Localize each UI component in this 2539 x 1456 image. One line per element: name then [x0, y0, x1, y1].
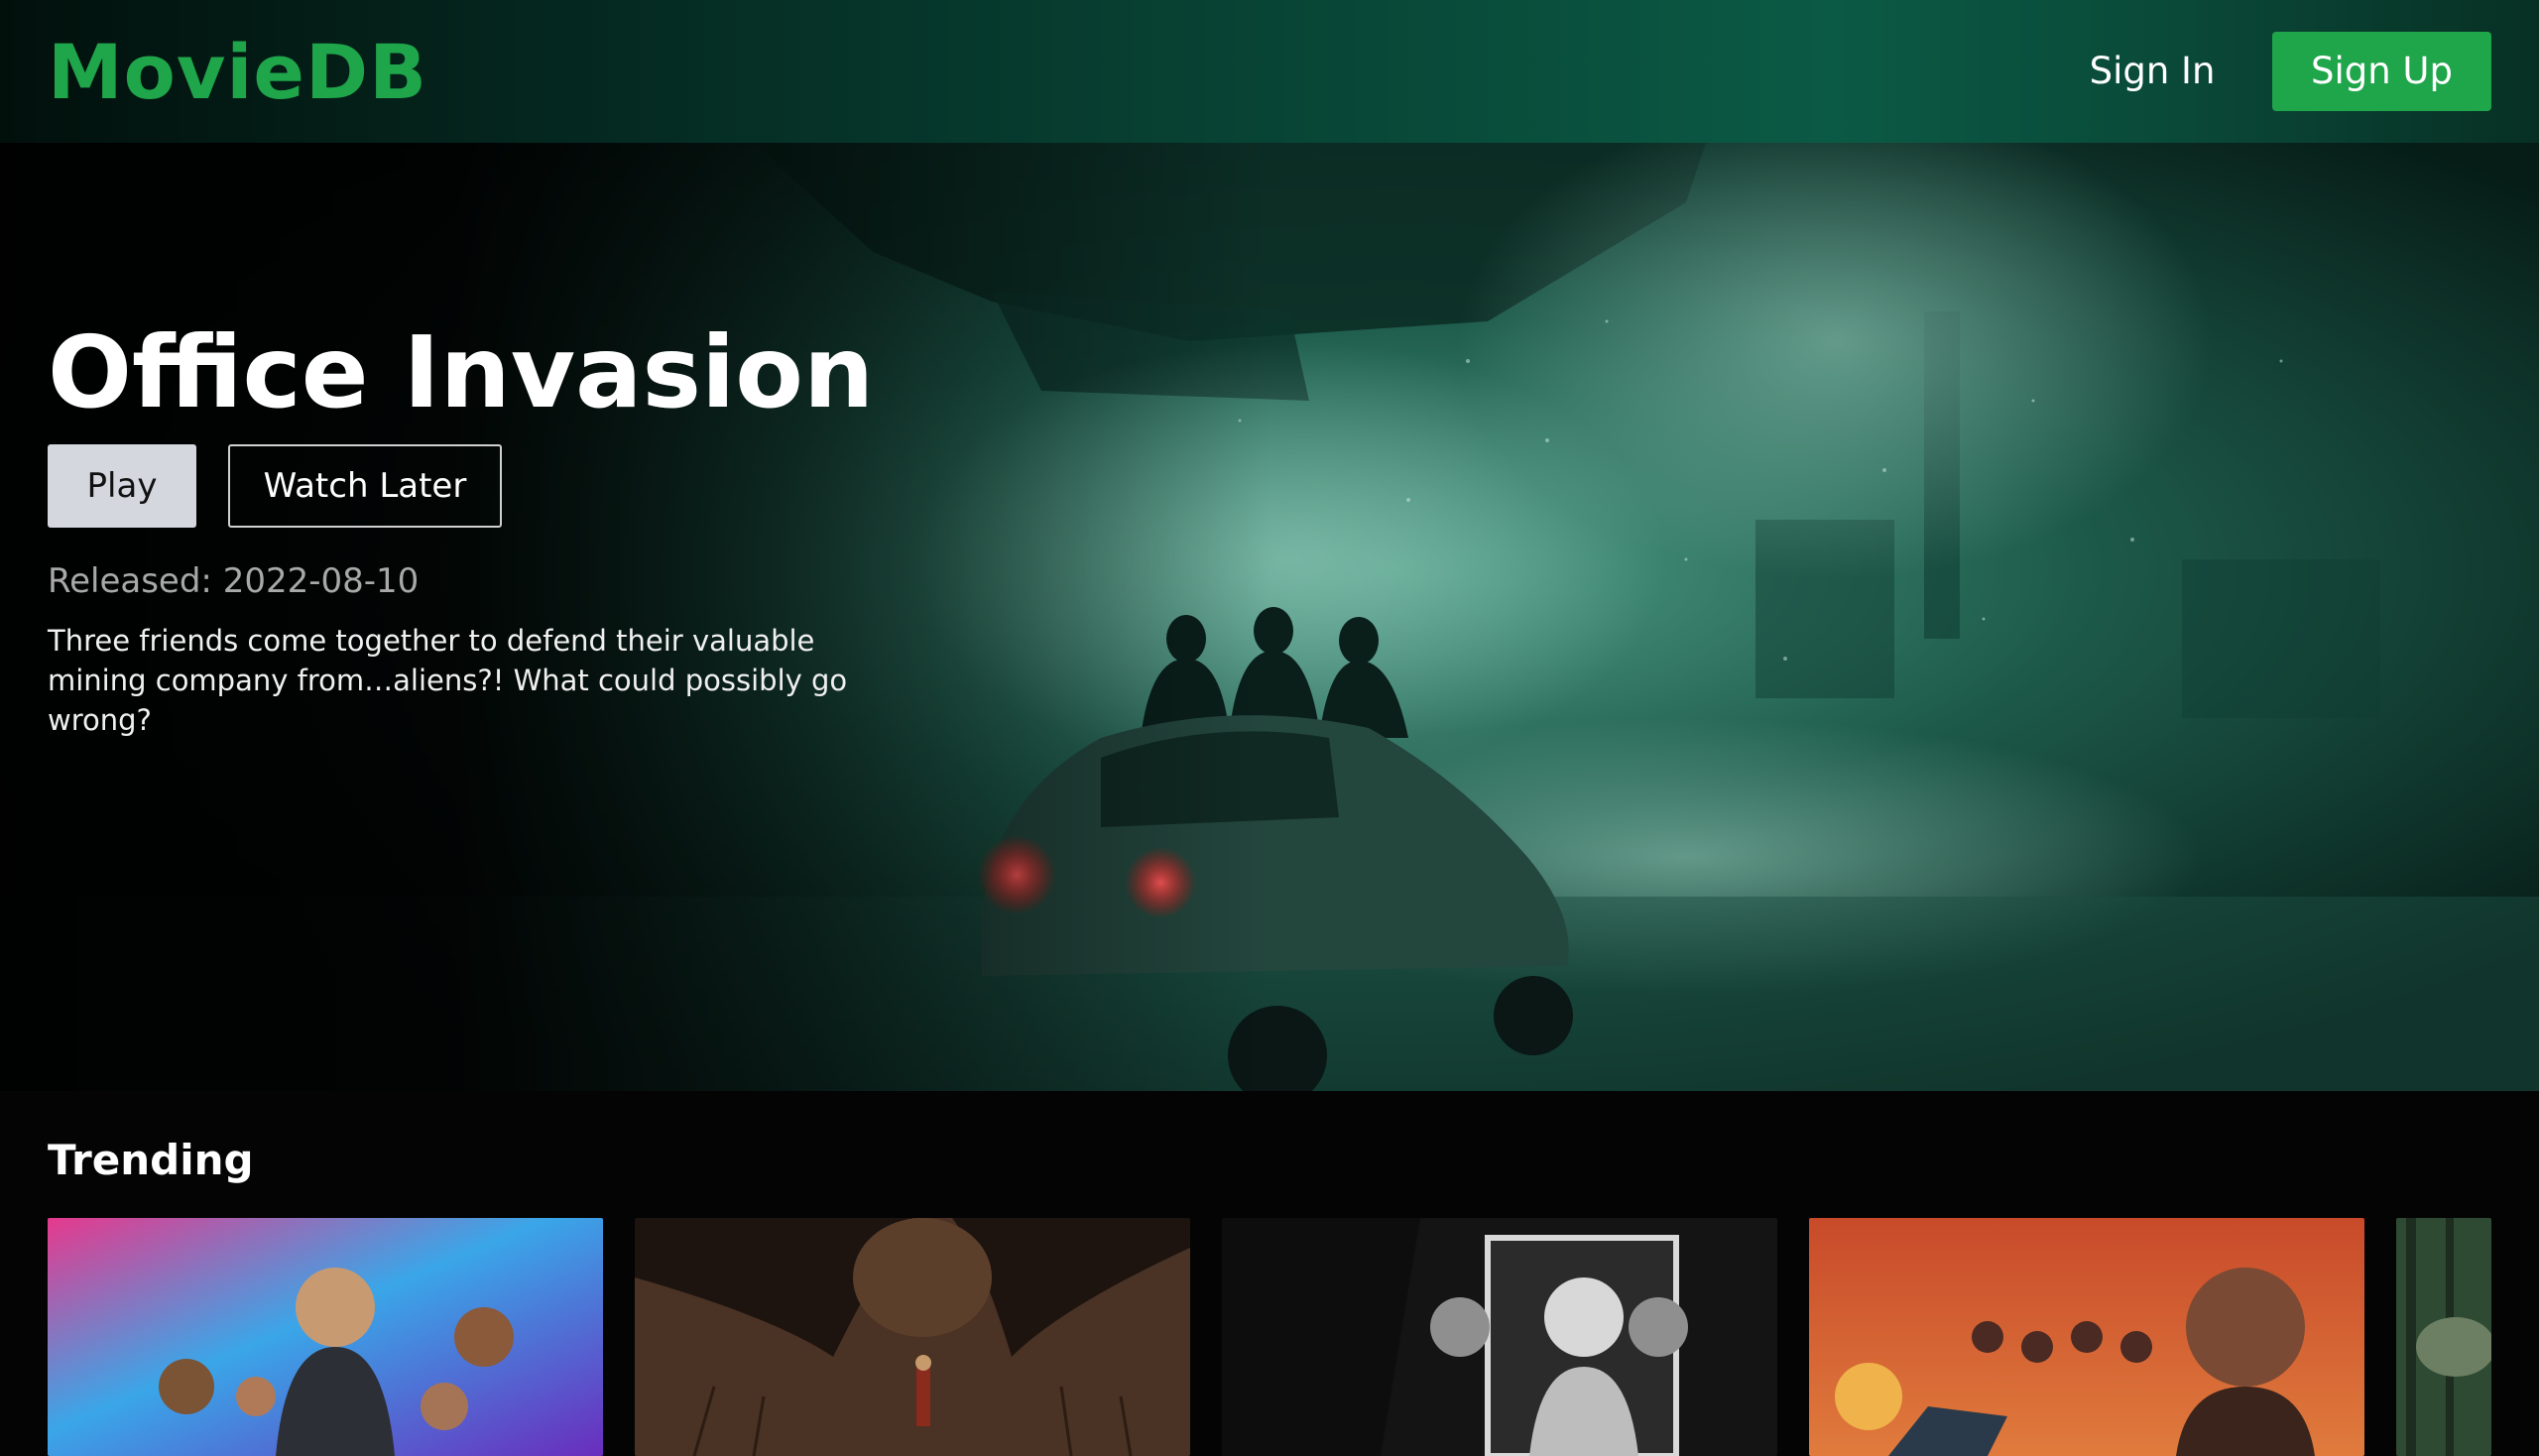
dragon-poster [635, 1218, 1190, 1456]
andor-poster [1809, 1218, 2364, 1456]
trending-row [0, 1218, 2539, 1456]
trending-card-2[interactable] [635, 1218, 1190, 1456]
trending-card-3[interactable] [1222, 1218, 1777, 1456]
trending-card-4[interactable] [1809, 1218, 2364, 1456]
bullet-train-poster [48, 1218, 603, 1456]
release-date: Released: 2022-08-10 [48, 561, 420, 601]
blonde-poster [1222, 1218, 1777, 1456]
trending-card-5[interactable] [2396, 1218, 2491, 1456]
hero-gradient-overlay [0, 143, 2539, 1091]
trending-card-1[interactable] [48, 1218, 603, 1456]
sign-up-button[interactable]: Sign Up [2272, 32, 2491, 111]
moviedb-logo[interactable]: MovieDB [48, 28, 427, 117]
trending-heading: Trending [48, 1136, 254, 1184]
sign-in-button[interactable]: Sign In [2073, 32, 2232, 111]
hero-banner: Office Invasion Play Watch Later Release… [0, 143, 2539, 1091]
top-nav-bar: MovieDB Sign In Sign Up [0, 0, 2539, 143]
watch-later-button[interactable]: Watch Later [228, 444, 502, 528]
play-button[interactable]: Play [48, 444, 196, 528]
hero-title: Office Invasion [48, 314, 875, 430]
movie-overview: Three friends come together to defend th… [48, 624, 848, 737]
forest-poster [2396, 1218, 2491, 1456]
